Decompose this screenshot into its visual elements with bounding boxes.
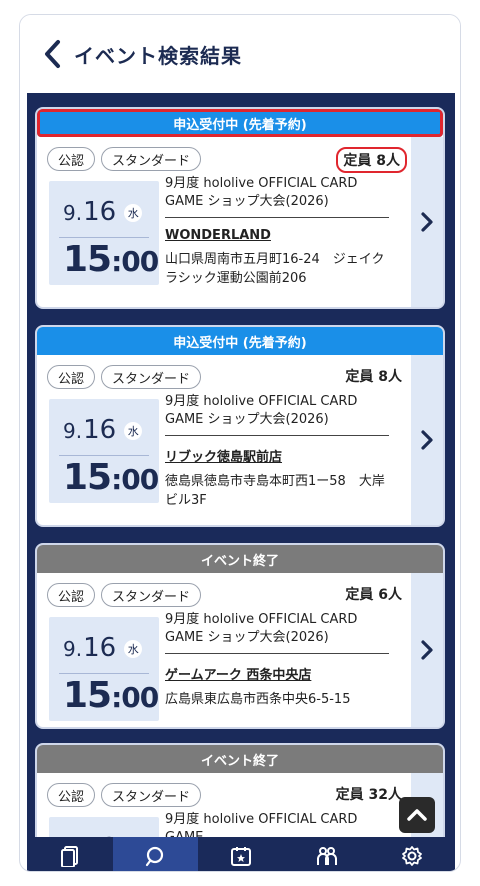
capacity-label: 定員 8人 bbox=[345, 369, 402, 385]
date-divider bbox=[59, 673, 149, 674]
event-info: 9月度 hololive OFFICIAL CARD GAME ショップ大会(2… bbox=[165, 175, 389, 288]
capacity-label: 定員 8人 bbox=[336, 147, 407, 173]
store-name[interactable]: WONDERLAND bbox=[165, 228, 389, 243]
card-icon bbox=[60, 846, 78, 867]
time-minute: :00 bbox=[111, 681, 159, 714]
tag-format: スタンダード bbox=[101, 783, 202, 807]
weekday-badge: 水 bbox=[124, 640, 143, 658]
tag-list: 公認 スタンダード bbox=[47, 365, 202, 389]
tag-format: スタンダード bbox=[101, 147, 202, 171]
tag-format: スタンダード bbox=[101, 365, 202, 389]
date-month: 9. bbox=[63, 201, 83, 225]
start-time: 15:00 bbox=[63, 675, 159, 716]
date-month: 9. bbox=[63, 637, 83, 661]
tag-list: 公認 スタンダード bbox=[47, 147, 202, 171]
status-banner: イベント終了 bbox=[37, 745, 443, 773]
tag-format: スタンダード bbox=[101, 583, 202, 607]
date-divider bbox=[59, 455, 149, 456]
event-info: 9月度 hololive OFFICIAL CARD GAME ショップ大会(2… bbox=[165, 611, 389, 709]
store-name[interactable]: リブック徳島駅前店 bbox=[165, 446, 389, 465]
store-address: 徳島県徳島市寺島本町西1ー58 大岸ビル3F bbox=[165, 474, 385, 508]
chevron-right-icon bbox=[421, 212, 433, 232]
chevron-right-icon bbox=[421, 640, 433, 660]
time-minute: :00 bbox=[111, 245, 159, 278]
event-list[interactable]: 申込受付中 (先着予約) 公認 スタンダード 定員 8人 9. 16 水 15:… bbox=[27, 93, 455, 871]
open-detail-button[interactable] bbox=[411, 573, 443, 727]
status-banner: 申込受付中 (先着予約) bbox=[37, 109, 443, 137]
tag-list: 公認 スタンダード bbox=[47, 783, 202, 807]
date-day: 16 bbox=[83, 415, 117, 445]
page-title: イベント検索結果 bbox=[74, 43, 242, 68]
store-name[interactable]: ゲームアーク 西条中央店 bbox=[165, 664, 389, 683]
tag-list: 公認 スタンダード bbox=[47, 583, 202, 607]
open-detail-button[interactable] bbox=[411, 355, 443, 525]
capacity-label: 定員 6人 bbox=[345, 587, 402, 603]
nav-cards[interactable] bbox=[27, 837, 113, 871]
search-icon bbox=[146, 846, 164, 867]
date-day: 16 bbox=[83, 197, 117, 227]
store-address: 山口県周南市五月町16-24 ジェイクラシック運動公園前206 bbox=[165, 252, 385, 286]
users-icon bbox=[316, 847, 337, 865]
time-hour: 15 bbox=[63, 239, 112, 280]
tag-official: 公認 bbox=[47, 783, 96, 807]
header: イベント検索結果 bbox=[20, 15, 460, 93]
open-detail-button[interactable] bbox=[411, 137, 443, 307]
date-box: 9. 16 水 15:00 bbox=[49, 181, 159, 285]
time-hour: 15 bbox=[63, 675, 112, 716]
bottom-nav bbox=[27, 837, 455, 871]
gear-icon bbox=[402, 846, 423, 866]
app-frame: イベント検索結果 申込受付中 (先着予約) 公認 スタンダード 定員 8人 9.… bbox=[19, 14, 461, 872]
time-minute: :00 bbox=[111, 463, 159, 496]
time-hour: 15 bbox=[63, 457, 112, 498]
tag-official: 公認 bbox=[47, 365, 96, 389]
start-time: 15:00 bbox=[63, 457, 159, 498]
event-card[interactable]: 申込受付中 (先着予約) 公認 スタンダード 定員 8人 9. 16 水 15:… bbox=[35, 107, 445, 309]
event-name: 9月度 hololive OFFICIAL CARD GAME ショップ大会(2… bbox=[165, 393, 389, 436]
weekday-badge: 水 bbox=[124, 422, 143, 440]
date-box: 9. 16 水 15:00 bbox=[49, 399, 159, 503]
date-box: 9. 16 水 15:00 bbox=[49, 617, 159, 721]
tag-official: 公認 bbox=[47, 583, 96, 607]
back-arrow-icon[interactable] bbox=[40, 39, 64, 69]
chevron-right-icon bbox=[421, 430, 433, 450]
event-card[interactable]: イベント終了 公認 スタンダード 定員 6人 9. 16 水 15:00 9月度… bbox=[35, 543, 445, 729]
store-address: 広島県東広島市西条中央6-5-15 bbox=[165, 692, 351, 707]
nav-search[interactable] bbox=[112, 837, 199, 871]
calendar-star-icon bbox=[230, 847, 251, 866]
weekday-badge: 水 bbox=[124, 204, 143, 222]
event-name: 9月度 hololive OFFICIAL CARD GAME ショップ大会(2… bbox=[165, 611, 389, 654]
date-month: 9. bbox=[63, 419, 83, 443]
nav-events[interactable] bbox=[198, 837, 284, 871]
event-name: 9月度 hololive OFFICIAL CARD GAME ショップ大会(2… bbox=[165, 175, 389, 218]
status-banner: イベント終了 bbox=[37, 545, 443, 573]
nav-community[interactable] bbox=[284, 837, 370, 871]
start-time: 15:00 bbox=[63, 239, 159, 280]
date-divider bbox=[59, 237, 149, 238]
scroll-to-top-button[interactable] bbox=[399, 797, 435, 833]
date-day: 16 bbox=[83, 633, 117, 663]
nav-settings[interactable] bbox=[369, 837, 455, 871]
status-banner: 申込受付中 (先着予約) bbox=[37, 327, 443, 355]
event-card[interactable]: 申込受付中 (先着予約) 公認 スタンダード 定員 8人 9. 16 水 15:… bbox=[35, 325, 445, 527]
event-info: 9月度 hololive OFFICIAL CARD GAME ショップ大会(2… bbox=[165, 393, 389, 510]
chevron-up-icon bbox=[407, 809, 427, 821]
capacity-label: 定員 32人 bbox=[335, 787, 402, 803]
tag-official: 公認 bbox=[47, 147, 96, 171]
